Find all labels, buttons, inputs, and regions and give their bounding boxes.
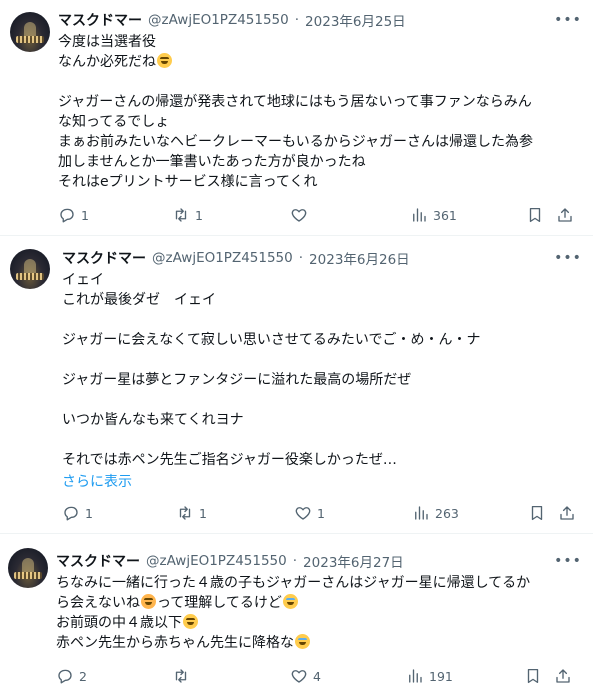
reply-count: 1 xyxy=(81,207,89,223)
tweet-1[interactable]: マスクドマー @zAwjEO1PZ451550 · 2023年6月25日 •••… xyxy=(0,0,593,236)
tweet-date[interactable]: 2023年6月27日 xyxy=(303,551,404,571)
like-button[interactable]: 4 xyxy=(290,665,321,687)
separator-dot: · xyxy=(298,250,304,266)
author-name[interactable]: マスクドマー xyxy=(56,551,140,571)
bookmark-button[interactable] xyxy=(526,204,544,226)
reply-button[interactable]: 1 xyxy=(58,204,89,226)
bookmark-button[interactable] xyxy=(528,502,546,524)
author-name[interactable]: マスクドマー xyxy=(58,10,142,30)
views-button[interactable]: 263 xyxy=(412,502,459,524)
reply-count: 2 xyxy=(79,668,87,684)
author-name[interactable]: マスクドマー xyxy=(62,248,146,268)
action-bar: 1 1 361 xyxy=(0,204,593,226)
view-count: 361 xyxy=(433,207,457,223)
heart-icon xyxy=(295,507,311,520)
retweet-arrows-icon xyxy=(179,506,191,520)
like-button[interactable] xyxy=(290,204,313,226)
tweet-text: 今度は当選者役 なんか必死だね ジャガーさんの帰還が発表されて地球にはもう居ない… xyxy=(58,34,534,190)
share-upload-icon xyxy=(560,506,574,520)
tweet-date[interactable]: 2023年6月26日 xyxy=(309,248,410,268)
tweet-text: イェイ これが最後ダゼ イェイ ジャガーに会えなくて寂しい思いさせてるみたいでご… xyxy=(62,272,481,468)
bar-chart-icon xyxy=(415,506,428,520)
grinning-sweat-emoji-icon xyxy=(183,614,198,629)
tweet-date[interactable]: 2023年6月25日 xyxy=(305,10,406,30)
share-button[interactable] xyxy=(558,502,576,524)
retweet-arrows-icon xyxy=(175,208,187,222)
author-handle[interactable]: @zAwjEO1PZ451550 xyxy=(146,553,287,569)
view-count: 191 xyxy=(429,668,453,684)
reply-count: 1 xyxy=(85,505,93,521)
more-icon[interactable]: ••• xyxy=(554,249,581,267)
reply-button[interactable]: 1 xyxy=(62,502,93,524)
bar-chart-icon xyxy=(409,669,422,683)
avatar[interactable] xyxy=(10,12,50,52)
retweet-button[interactable] xyxy=(172,665,195,687)
action-bar: 1 1 1 263 xyxy=(0,502,593,524)
share-button[interactable] xyxy=(556,204,574,226)
avatar[interactable] xyxy=(10,249,50,289)
more-icon[interactable]: ••• xyxy=(554,552,581,570)
like-count: 1 xyxy=(317,505,325,521)
heart-icon xyxy=(291,670,307,683)
share-button[interactable] xyxy=(554,665,572,687)
reply-button[interactable]: 2 xyxy=(56,665,87,687)
bookmark-icon xyxy=(531,505,543,521)
separator-dot: · xyxy=(294,12,300,28)
bookmark-button[interactable] xyxy=(524,665,542,687)
author-handle[interactable]: @zAwjEO1PZ451550 xyxy=(148,12,289,28)
bookmark-icon xyxy=(527,668,539,684)
show-more-link[interactable]: さらに表示 xyxy=(62,471,132,491)
action-bar: 2 4 191 xyxy=(0,665,593,687)
share-upload-icon xyxy=(558,208,572,222)
retweet-arrows-icon xyxy=(175,669,187,683)
views-button[interactable]: 191 xyxy=(406,665,453,687)
tears-of-joy-emoji-icon xyxy=(295,634,310,649)
divider xyxy=(0,533,593,534)
reply-bubble-icon xyxy=(60,208,74,223)
separator-dot: · xyxy=(292,553,298,569)
share-upload-icon xyxy=(556,669,570,683)
reply-bubble-icon xyxy=(58,669,72,684)
reply-bubble-icon xyxy=(64,506,78,521)
retweet-button[interactable]: 1 xyxy=(176,502,207,524)
view-count: 263 xyxy=(435,505,459,521)
like-count: 4 xyxy=(313,668,321,684)
tweet-text: ちなみに一緒に行った４歳の子もジャガーさんはジャガー星に帰還してるか ら会えない… xyxy=(56,575,531,651)
author-handle[interactable]: @zAwjEO1PZ451550 xyxy=(152,250,293,266)
tweet-3[interactable]: マスクドマー @zAwjEO1PZ451550 · 2023年6月27日 •••… xyxy=(0,535,593,699)
weary-face-emoji-icon xyxy=(141,594,156,609)
views-button[interactable]: 361 xyxy=(410,204,457,226)
bar-chart-icon xyxy=(413,208,426,222)
retweet-count: 1 xyxy=(199,505,207,521)
bookmark-icon xyxy=(529,207,541,223)
divider xyxy=(0,235,593,236)
grinning-sweat-emoji-icon xyxy=(157,53,172,68)
more-icon[interactable]: ••• xyxy=(554,11,581,29)
avatar[interactable] xyxy=(8,548,48,588)
tweet-2[interactable]: マスクドマー @zAwjEO1PZ451550 · 2023年6月26日 •••… xyxy=(0,237,593,534)
tears-of-joy-emoji-icon xyxy=(282,594,298,609)
like-button[interactable]: 1 xyxy=(294,502,325,524)
retweet-button[interactable]: 1 xyxy=(172,204,203,226)
heart-icon xyxy=(291,209,307,222)
retweet-count: 1 xyxy=(195,207,203,223)
